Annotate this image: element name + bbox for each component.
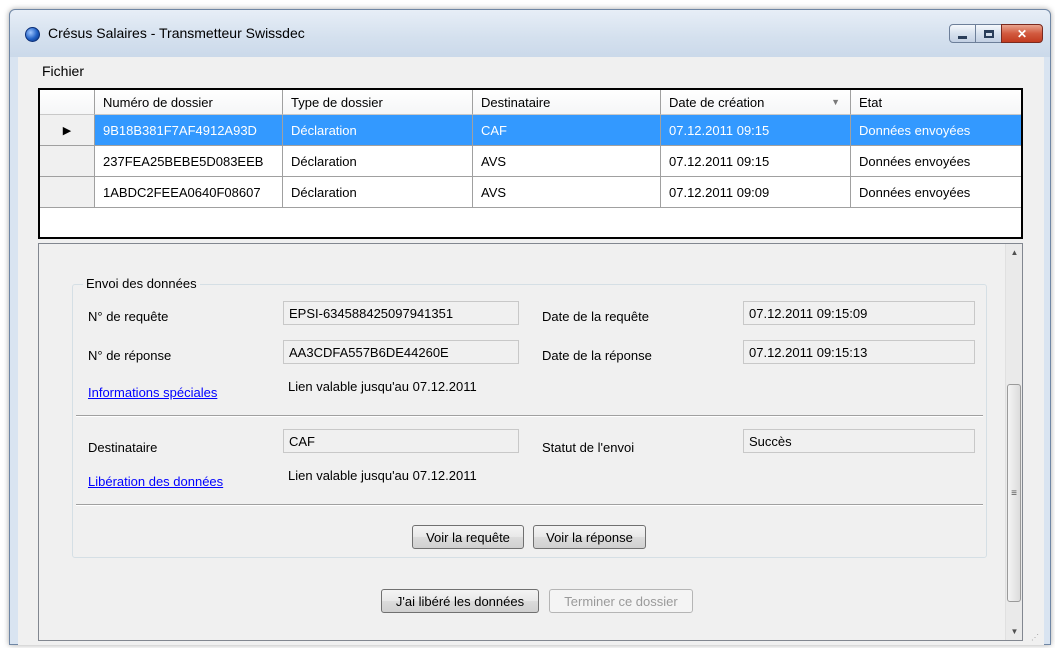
- cell-etat[interactable]: Données envoyées: [851, 177, 1021, 208]
- close-button[interactable]: ✕: [1001, 24, 1043, 43]
- table-row[interactable]: 237FEA25BEBE5D083EEB Déclaration AVS 07.…: [40, 146, 1021, 177]
- sort-descending-icon: ▼: [831, 97, 840, 107]
- cell-etat[interactable]: Données envoyées: [851, 115, 1021, 146]
- maximize-button[interactable]: [975, 24, 1002, 43]
- column-header-etat[interactable]: Etat: [851, 90, 1021, 115]
- cell-destinataire[interactable]: CAF: [473, 115, 661, 146]
- vertical-scrollbar[interactable]: ▲ ≡ ▼: [1005, 244, 1022, 640]
- cell-destinataire[interactable]: AVS: [473, 146, 661, 177]
- scroll-down-icon[interactable]: ▼: [1006, 623, 1023, 640]
- minimize-icon: [958, 35, 967, 39]
- detail-panel: Envoi des données N° de requête EPSI-634…: [38, 243, 1023, 641]
- request-date-label: Date de la requête: [542, 309, 649, 324]
- request-no-label: N° de requête: [88, 309, 169, 324]
- column-header-date-label: Date de création: [669, 94, 765, 110]
- table-row[interactable]: ▶ 9B18B381F7AF4912A93D Déclaration CAF 0…: [40, 115, 1021, 146]
- separator: [76, 504, 983, 506]
- column-header-destinataire[interactable]: Destinataire: [473, 90, 661, 115]
- cell-numero[interactable]: 1ABDC2FEEA0640F08607: [95, 177, 283, 208]
- dossier-table: Numéro de dossier Type de dossier Destin…: [38, 88, 1023, 239]
- table-row[interactable]: 1ABDC2FEEA0640F08607 Déclaration AVS 07.…: [40, 177, 1021, 208]
- cell-destinataire[interactable]: AVS: [473, 177, 661, 208]
- envoi-groupbox: Envoi des données N° de requête EPSI-634…: [72, 276, 987, 558]
- cell-numero[interactable]: 9B18B381F7AF4912A93D: [95, 115, 283, 146]
- recipient-label: Destinataire: [88, 440, 158, 455]
- cell-date[interactable]: 07.12.2011 09:15: [661, 146, 851, 177]
- finish-dossier-button[interactable]: Terminer ce dossier: [549, 589, 693, 613]
- cell-numero[interactable]: 237FEA25BEBE5D083EEB: [95, 146, 283, 177]
- column-header-date[interactable]: Date de création ▼: [661, 90, 851, 115]
- cell-type[interactable]: Déclaration: [283, 177, 473, 208]
- scroll-thumb[interactable]: ≡: [1007, 384, 1021, 602]
- release-validity: Lien valable jusqu'au 07.12.2011: [288, 468, 477, 483]
- minimize-button[interactable]: [949, 24, 976, 43]
- view-response-button[interactable]: Voir la réponse: [533, 525, 646, 549]
- view-request-button[interactable]: Voir la requête: [412, 525, 524, 549]
- client-area: Fichier Numéro de dossier Type de dossie…: [18, 57, 1044, 645]
- released-data-button[interactable]: J'ai libéré les données: [381, 589, 539, 613]
- cell-type[interactable]: Déclaration: [283, 146, 473, 177]
- groupbox-title: Envoi des données: [83, 276, 200, 291]
- window-title: Crésus Salaires - Transmetteur Swissdec: [48, 25, 305, 41]
- app-logo-icon: [25, 27, 40, 42]
- response-date-field[interactable]: 07.12.2011 09:15:13: [743, 340, 975, 364]
- cell-etat[interactable]: Données envoyées: [851, 146, 1021, 177]
- current-row-arrow-icon: ▶: [62, 124, 72, 137]
- column-header-type[interactable]: Type de dossier: [283, 90, 473, 115]
- row-selector[interactable]: ▶: [40, 115, 95, 146]
- cell-date[interactable]: 07.12.2011 09:15: [661, 115, 851, 146]
- title-bar[interactable]: Crésus Salaires - Transmetteur Swissdec …: [10, 10, 1050, 57]
- cell-date[interactable]: 07.12.2011 09:09: [661, 177, 851, 208]
- separator: [76, 415, 983, 417]
- send-status-label: Statut de l'envoi: [542, 440, 635, 455]
- maximize-icon: [983, 29, 994, 38]
- release-link[interactable]: Libération des données: [88, 474, 223, 489]
- request-no-field[interactable]: EPSI-634588425097941351: [283, 301, 519, 325]
- menu-bar: Fichier: [18, 57, 1044, 87]
- grip-icon: ≡: [1011, 487, 1017, 499]
- send-status-field[interactable]: Succès: [743, 429, 975, 453]
- row-selector[interactable]: [40, 177, 95, 208]
- special-info-validity: Lien valable jusqu'au 07.12.2011: [288, 379, 477, 394]
- resize-grip-icon[interactable]: ⋰: [1031, 633, 1041, 643]
- row-header-corner[interactable]: [40, 90, 95, 115]
- row-selector[interactable]: [40, 146, 95, 177]
- close-icon: ✕: [1016, 26, 1028, 41]
- app-window: Crésus Salaires - Transmetteur Swissdec …: [9, 9, 1051, 645]
- special-info-link[interactable]: Informations spéciales: [88, 385, 217, 400]
- scroll-up-icon[interactable]: ▲: [1006, 244, 1023, 261]
- response-date-label: Date de la réponse: [542, 348, 652, 363]
- cell-type[interactable]: Déclaration: [283, 115, 473, 146]
- column-header-numero[interactable]: Numéro de dossier: [95, 90, 283, 115]
- menu-fichier[interactable]: Fichier: [41, 61, 85, 81]
- response-no-label: N° de réponse: [88, 348, 172, 363]
- response-no-field[interactable]: AA3CDFA557B6DE44260E: [283, 340, 519, 364]
- recipient-field[interactable]: CAF: [283, 429, 519, 453]
- request-date-field[interactable]: 07.12.2011 09:15:09: [743, 301, 975, 325]
- window-controls: ✕: [949, 24, 1043, 43]
- table-header: Numéro de dossier Type de dossier Destin…: [40, 90, 1021, 115]
